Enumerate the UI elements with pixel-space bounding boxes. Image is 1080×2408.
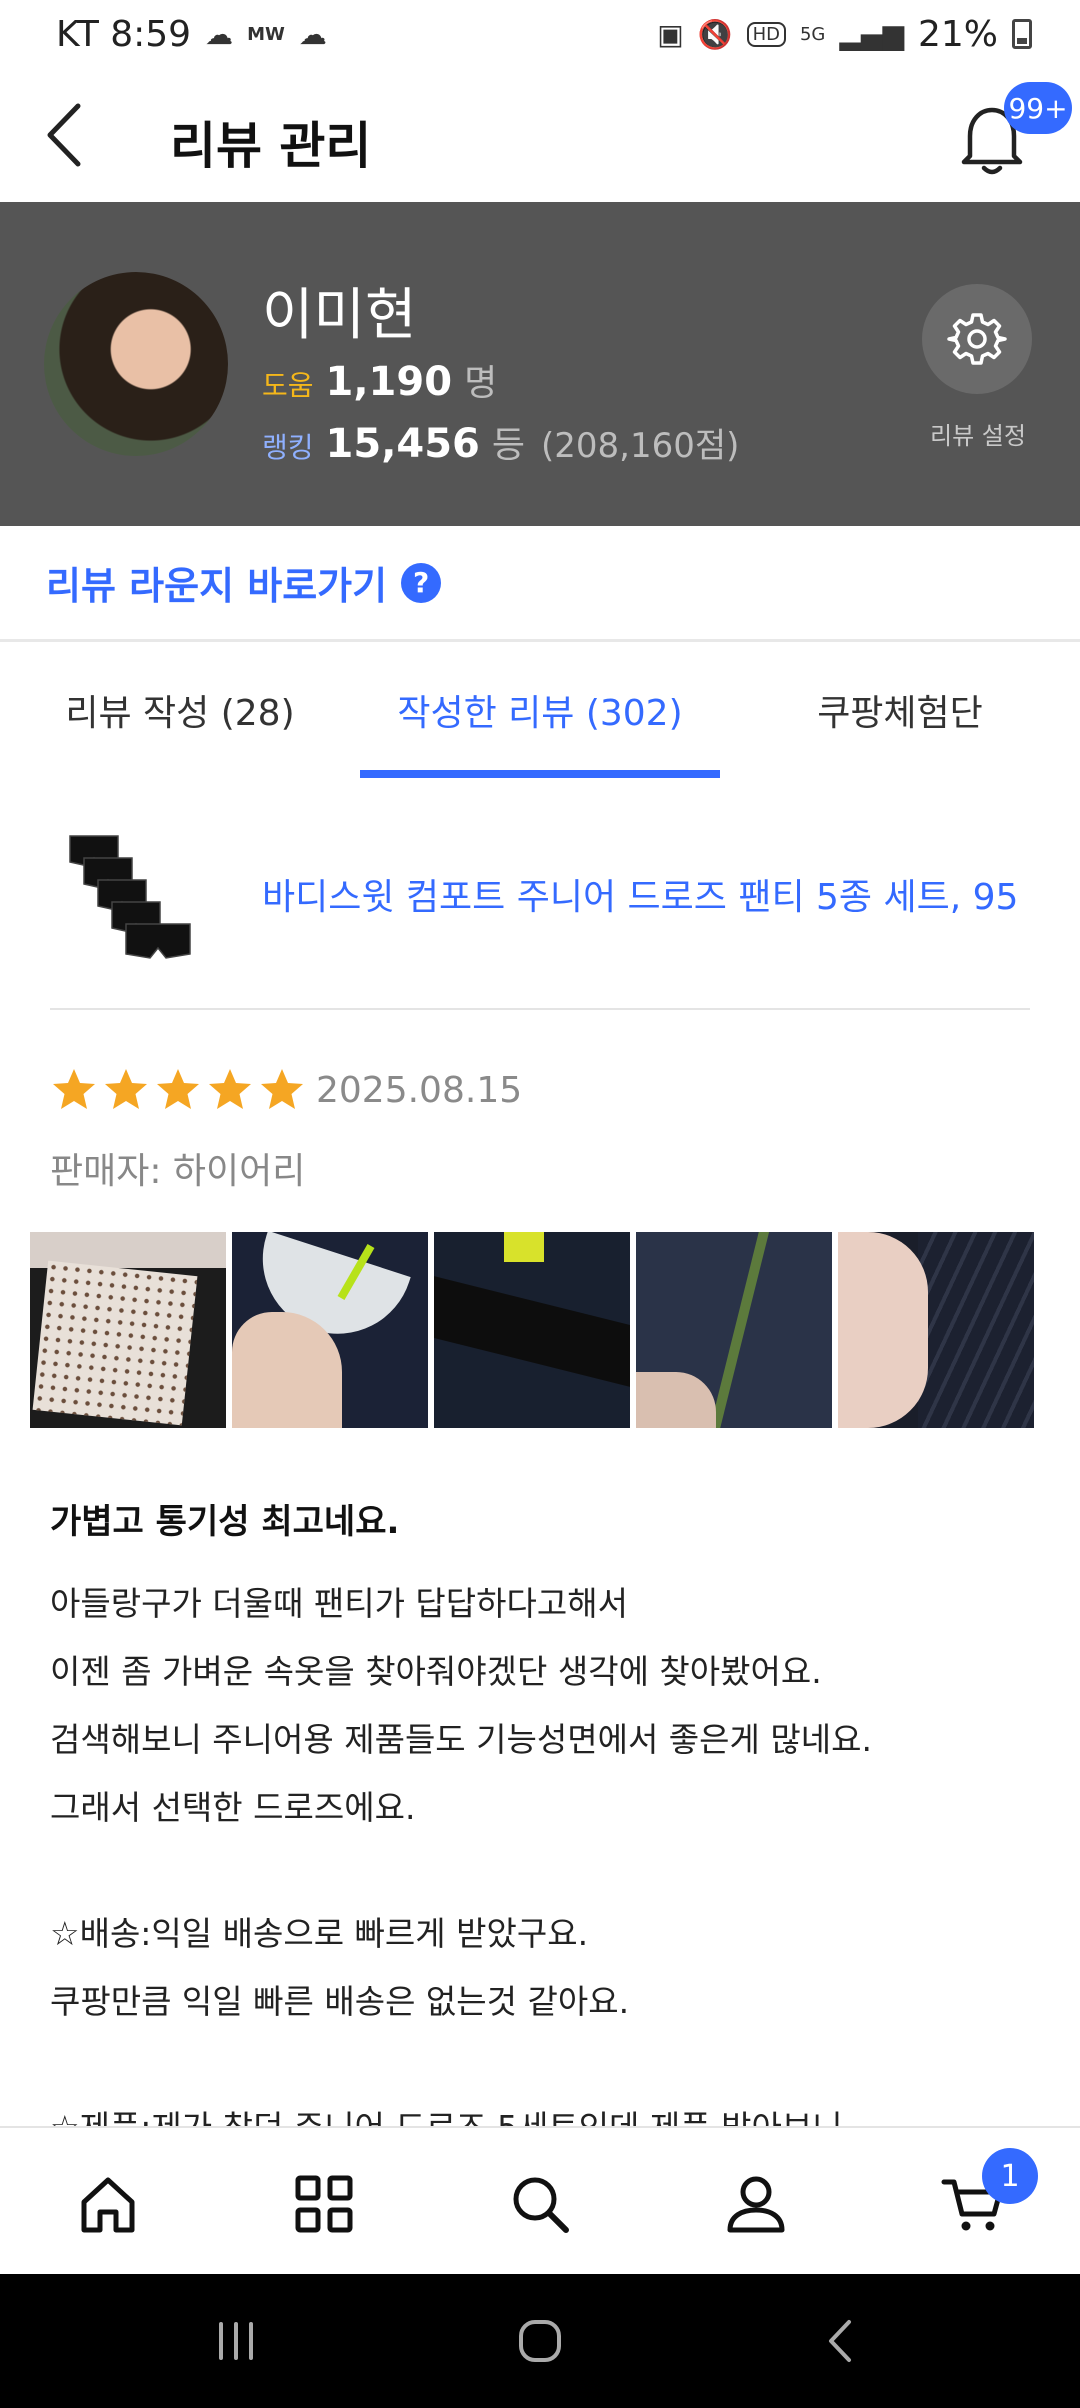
battery-percent: 21% <box>917 13 998 55</box>
nav-my-page[interactable] <box>716 2164 796 2244</box>
review-lounge-link[interactable]: 리뷰 라운지 바로가기 ? <box>0 526 1080 642</box>
mw-icon: MW <box>247 23 285 45</box>
review-line: 아들랑구가 더울때 팬티가 답답하다고해서 <box>50 1584 628 1623</box>
star-icon <box>261 1069 303 1109</box>
review-photo[interactable] <box>434 1232 630 1428</box>
rank-label: 랭킹 <box>262 431 314 464</box>
gear-icon <box>947 313 1007 365</box>
seller-name: 판매자: 하이어리 <box>50 1151 306 1192</box>
mute-icon: 🔇 <box>697 17 733 51</box>
home-circle-icon <box>519 2320 561 2362</box>
back-button[interactable] <box>40 98 100 172</box>
profile-card: 이미현 도움 1,190 명 랭킹 15,456 등 (208,160점) 리뷰… <box>0 202 1080 526</box>
notification-badge: 99+ <box>1004 82 1072 134</box>
review-photo[interactable] <box>232 1232 428 1428</box>
cloud-icon: ☁ <box>298 17 327 51</box>
home-button[interactable] <box>500 2304 580 2378</box>
active-tab-indicator <box>360 770 720 778</box>
star-icon <box>105 1069 147 1109</box>
page-title: 리뷰 관리 <box>170 117 372 175</box>
product-row[interactable]: 바디스윗 컴포트 주니어 드로즈 팬티 5종 세트, 95 <box>50 800 1030 1010</box>
help-label: 도움 <box>262 369 314 402</box>
profile-name: 이미현 <box>262 283 417 348</box>
review-tabs: 리뷰 작성 (28) 작성한 리뷰 (302) 쿠팡체험단 <box>0 642 1080 778</box>
my-page-icon <box>727 2176 785 2233</box>
review-settings-button[interactable] <box>922 284 1032 394</box>
rank-points: (208,160점) <box>541 426 740 466</box>
help-unit: 명 <box>464 363 498 404</box>
hd-icon: HD <box>746 21 786 47</box>
rank-value: 15,456 <box>325 421 480 467</box>
battery-icon <box>1012 19 1032 49</box>
product-name-link[interactable]: 바디스윗 컴포트 주니어 드로즈 팬티 5종 세트, 95 <box>262 868 1018 920</box>
star-icon <box>209 1069 251 1109</box>
carrier-time: KT 8:59 <box>56 13 192 55</box>
review-title: 가볍고 통기성 최고네요. <box>50 1502 400 1542</box>
product-thumbnail[interactable] <box>60 822 220 972</box>
review-body: 아들랑구가 더울때 팬티가 답답하다고해서 이젠 좀 가벼운 속옷을 찾아줘야겠… <box>50 1570 1040 2162</box>
recent-apps-icon <box>219 2322 253 2360</box>
help-icon[interactable]: ? <box>401 562 442 603</box>
chevron-left-icon <box>47 103 81 167</box>
category-icon <box>295 2175 353 2233</box>
tab-coupang-experience[interactable]: 쿠팡체험단 <box>720 642 1080 778</box>
review-photo[interactable] <box>30 1232 226 1428</box>
avatar[interactable] <box>44 272 228 456</box>
review-line: 이젠 좀 가벼운 속옷을 찾아줘야겠단 생각에 찾아봤어요. <box>50 1652 822 1691</box>
search-icon <box>513 2177 569 2233</box>
5g-icon: 5G <box>799 23 826 45</box>
review-line <box>50 1842 1040 1900</box>
star-rating <box>50 1066 306 1114</box>
nav-home[interactable] <box>68 2164 148 2244</box>
help-value: 1,190 <box>325 359 453 405</box>
review-line: 검색해보니 주니어용 제품들도 기능성면에서 좋은게 많네요. <box>50 1720 872 1759</box>
system-navigation-bar <box>0 2274 1080 2408</box>
review-photo[interactable] <box>838 1232 1034 1428</box>
recent-apps-button[interactable] <box>196 2304 276 2378</box>
review-photo[interactable] <box>636 1232 832 1428</box>
tab-written-reviews[interactable]: 작성한 리뷰 (302) <box>360 642 720 778</box>
help-stat: 도움 1,190 명 <box>262 354 497 406</box>
app-header: 리뷰 관리 99+ <box>0 68 1080 202</box>
cart-badge: 1 <box>982 2148 1038 2204</box>
tab-write-review[interactable]: 리뷰 작성 (28) <box>0 642 360 778</box>
review-line: 그래서 선택한 드로즈에요. <box>50 1788 416 1827</box>
home-icon <box>81 2177 135 2233</box>
rank-stat: 랭킹 15,456 등 (208,160점) <box>262 416 739 468</box>
review-photos <box>24 1232 1080 1428</box>
system-back-button[interactable] <box>802 2304 882 2378</box>
review-line: ☆배송:익일 배송으로 빠르게 받았구요. <box>50 1914 589 1953</box>
review-date: 2025.08.15 <box>316 1070 523 1111</box>
nav-search[interactable] <box>500 2164 580 2244</box>
review-lounge-label: 리뷰 라운지 바로가기 <box>46 564 388 608</box>
review-line: 쿠팡만큼 익일 빠른 배송은 없는것 같아요. <box>50 1982 630 2021</box>
status-bar: KT 8:59 ☁ MW ☁ ▣ 🔇 HD 5G ▂▄▆ 21% <box>0 0 1080 68</box>
rank-unit: 등 <box>491 425 526 466</box>
back-arrow-icon <box>829 2320 851 2362</box>
review-line <box>50 2036 1040 2094</box>
signal-icon: ▂▄▆ <box>839 17 904 51</box>
star-icon <box>53 1069 95 1109</box>
nav-category[interactable] <box>284 2164 364 2244</box>
battery-saver-icon: ▣ <box>657 17 684 51</box>
review-settings-label: 리뷰 설정 <box>930 422 1026 450</box>
bottom-navigation: 1 <box>0 2126 1080 2274</box>
star-icon <box>157 1069 199 1109</box>
cloud-icon: ☁ <box>205 17 234 51</box>
